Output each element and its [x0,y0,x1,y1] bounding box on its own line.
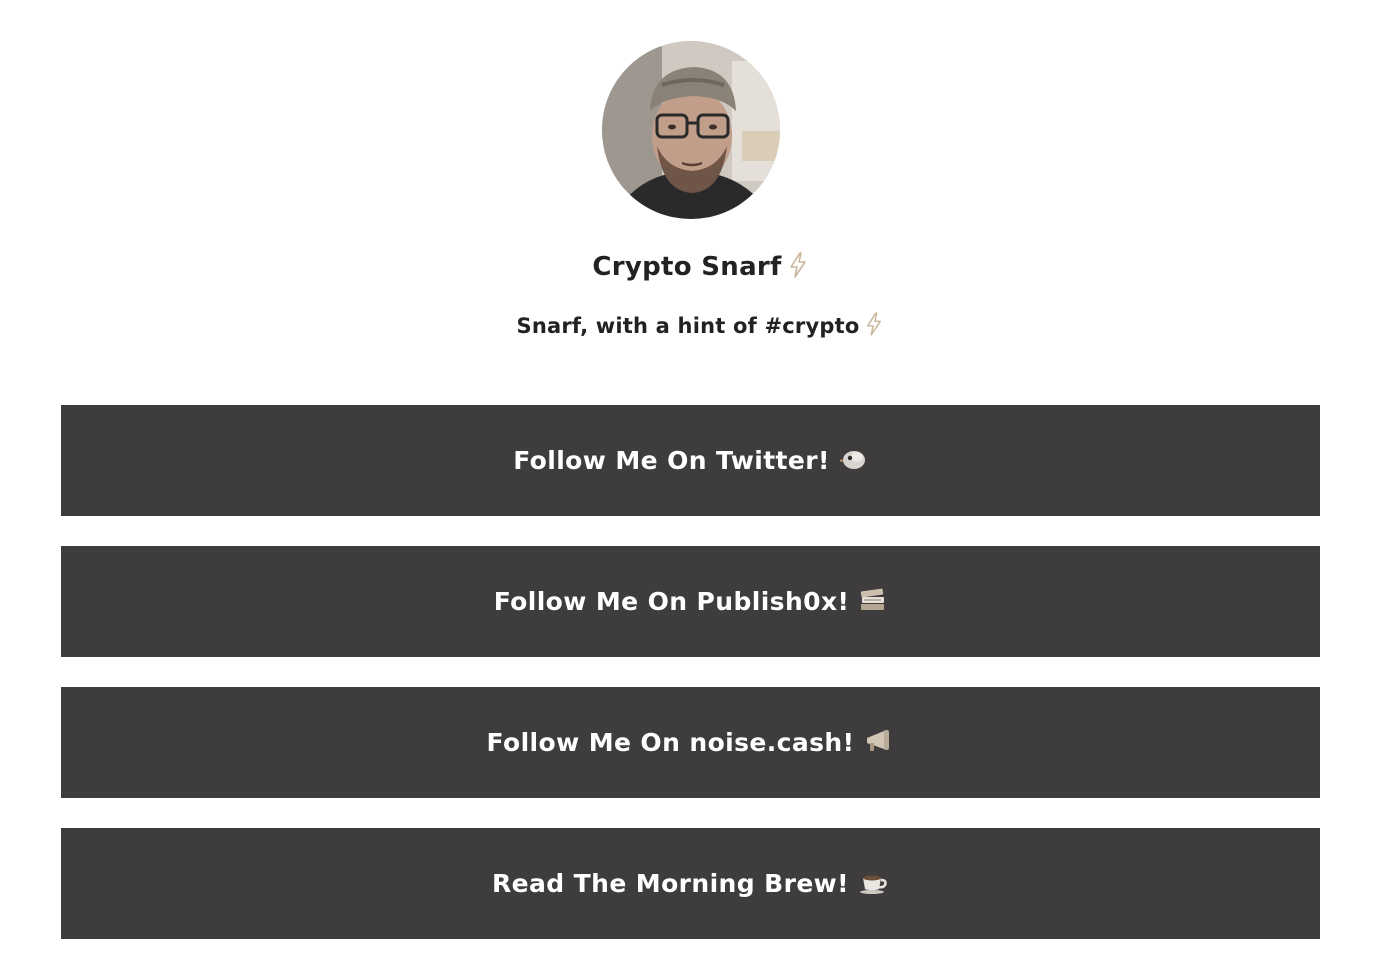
lightning-icon [788,252,808,285]
profile-bio: Snarf, with a hint of #crypto [0,312,1400,341]
bird-icon [837,447,868,475]
profile-name-text: Crypto Snarf [592,252,782,282]
megaphone-icon [864,728,894,758]
morning-brew-link-button[interactable]: Read The Morning Brew! [61,828,1320,939]
noise-cash-link-button[interactable]: Follow Me On noise.cash! [61,687,1320,798]
link-page: Crypto Snarf Snarf, with a hint of #cryp… [0,0,1400,961]
noise-cash-link-label: Follow Me On noise.cash! [486,728,855,757]
books-icon [859,587,887,617]
lightning-icon [865,312,883,341]
publish0x-link-button[interactable]: Follow Me On Publish0x! [61,546,1320,657]
twitter-link-label: Follow Me On Twitter! [513,446,830,475]
profile-name: Crypto Snarf [0,252,1400,285]
twitter-link-button[interactable]: Follow Me On Twitter! [61,405,1320,516]
publish0x-link-label: Follow Me On Publish0x! [493,587,850,616]
profile-bio-text: Snarf, with a hint of #crypto [516,314,860,338]
avatar [602,41,780,219]
coffee-icon [859,869,889,899]
morning-brew-link-label: Read The Morning Brew! [492,869,849,898]
